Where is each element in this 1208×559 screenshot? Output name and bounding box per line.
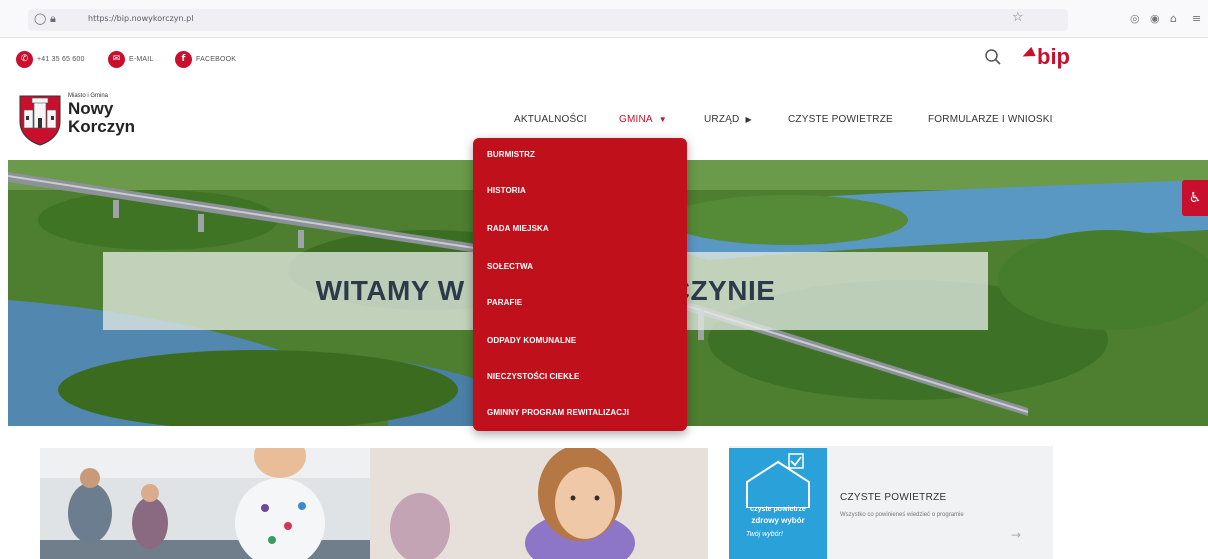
menu-icon[interactable]: ≡ (1192, 12, 1201, 25)
logo-title-line1: Nowy (68, 99, 114, 118)
dropdown-item-solectwa[interactable]: SOŁECTWA (487, 262, 533, 271)
news-photo[interactable] (40, 448, 708, 559)
shield-icon: ◯ (34, 12, 47, 25)
nav-item-urzad[interactable]: URZĄD ▶ (704, 114, 752, 125)
nav-item-label: GMINA (619, 114, 653, 125)
site-logo[interactable]: Miasto i Gmina Nowy Korczyn (16, 90, 136, 150)
nav-item-gmina[interactable]: GMINA ▼ (619, 114, 667, 125)
card-description: Wszystko co powinieneś wiedzieć o progra… (840, 512, 964, 518)
accessibility-button[interactable]: ♿︎ (1182, 180, 1208, 216)
dropdown-item-odpady-komunalne[interactable]: ODPADY KOMUNALNE (487, 336, 576, 345)
extensions-icon[interactable]: ⌂ (1170, 12, 1177, 25)
nav-item-label: URZĄD (704, 114, 740, 125)
dropdown-item-burmistrz[interactable]: BURMISTRZ (487, 150, 535, 159)
house-icon (746, 453, 810, 509)
pocket-icon[interactable]: ◎ (1130, 12, 1140, 25)
email-contact[interactable]: ✉ E-MAIL (108, 50, 154, 68)
bookmark-star-icon[interactable]: ☆ (1012, 10, 1024, 25)
coat-of-arms-icon (19, 95, 61, 146)
dropdown-item-nieczystosci-ciekle[interactable]: NIECZYSTOŚCI CIEKŁE (487, 372, 579, 381)
page: ◯ 🔒︎ https://bip.nowykorczyn.pl ☆ ◎ ◉ ⌂ … (0, 0, 1208, 559)
gmina-dropdown-menu: BURMISTRZ HISTORIA RADA MIEJSKA SOŁECTWA… (473, 138, 687, 431)
nav-item-label: CZYSTE POWIETRZE (788, 114, 893, 125)
email-icon: ✉ (108, 50, 125, 68)
nav-item-formularze[interactable]: FORMULARZE I WNIOSKI (928, 114, 1053, 125)
browser-toolbar: ◯ 🔒︎ https://bip.nowykorczyn.pl ☆ ◎ ◉ ⌂ … (0, 0, 1208, 38)
account-icon[interactable]: ◉ (1150, 12, 1160, 25)
badge-text-line3: Twój wybór! (746, 531, 783, 538)
url-text: https://bip.nowykorczyn.pl (88, 14, 194, 23)
dropdown-item-rewitalizacja[interactable]: GMINNY PROGRAM REWITALIZACJI (487, 408, 629, 417)
badge-text-line1: czyste powietrze (750, 506, 806, 513)
arrow-right-icon[interactable]: → (1011, 528, 1021, 542)
nav-item-label: FORMULARZE I WNIOSKI (928, 114, 1053, 125)
accessibility-icon: ♿︎ (1188, 190, 1202, 206)
facebook-contact[interactable]: f FACEBOOK (175, 50, 236, 68)
email-text: E-MAIL (129, 55, 154, 63)
logo-title-line2: Korczyn (68, 117, 136, 136)
dropdown-item-historia[interactable]: HISTORIA (487, 186, 526, 195)
children-photo-image (40, 448, 708, 559)
badge-text-line2: zdrowy wybór (751, 516, 805, 525)
nav-item-czyste-powietrze[interactable]: CZYSTE POWIETRZE (788, 114, 893, 125)
dropdown-item-rada-miejska[interactable]: RADA MIEJSKA (487, 224, 549, 233)
caret-down-icon: ▼ (658, 115, 667, 124)
facebook-icon: f (175, 50, 192, 68)
dropdown-item-parafie[interactable]: PARAFIE (487, 298, 522, 307)
phone-text: +41 35 65 600 (37, 55, 85, 63)
search-icon[interactable] (984, 48, 1002, 66)
caret-right-icon: ▶ (745, 115, 752, 124)
facebook-text: FACEBOOK (196, 55, 237, 63)
nav-item-label: AKTUALNOŚCI (514, 114, 587, 125)
welcome-text-left: WITAMY W (315, 275, 465, 306)
bip-logo-text: bip (1037, 44, 1070, 69)
card-title: CZYSTE POWIETRZE (840, 492, 947, 503)
address-bar[interactable]: ◯ 🔒︎ https://bip.nowykorczyn.pl (28, 9, 1068, 31)
nav-item-aktualnosci[interactable]: AKTUALNOŚCI (514, 114, 587, 125)
bip-link[interactable]: bip (1020, 44, 1070, 69)
phone-contact[interactable]: ✆ +41 35 65 600 (16, 50, 85, 68)
czyste-powietrze-badge (729, 448, 827, 559)
phone-icon: ✆ (16, 50, 33, 68)
lock-icon: 🔒︎ (50, 12, 56, 25)
bip-flag-icon (1020, 46, 1036, 62)
